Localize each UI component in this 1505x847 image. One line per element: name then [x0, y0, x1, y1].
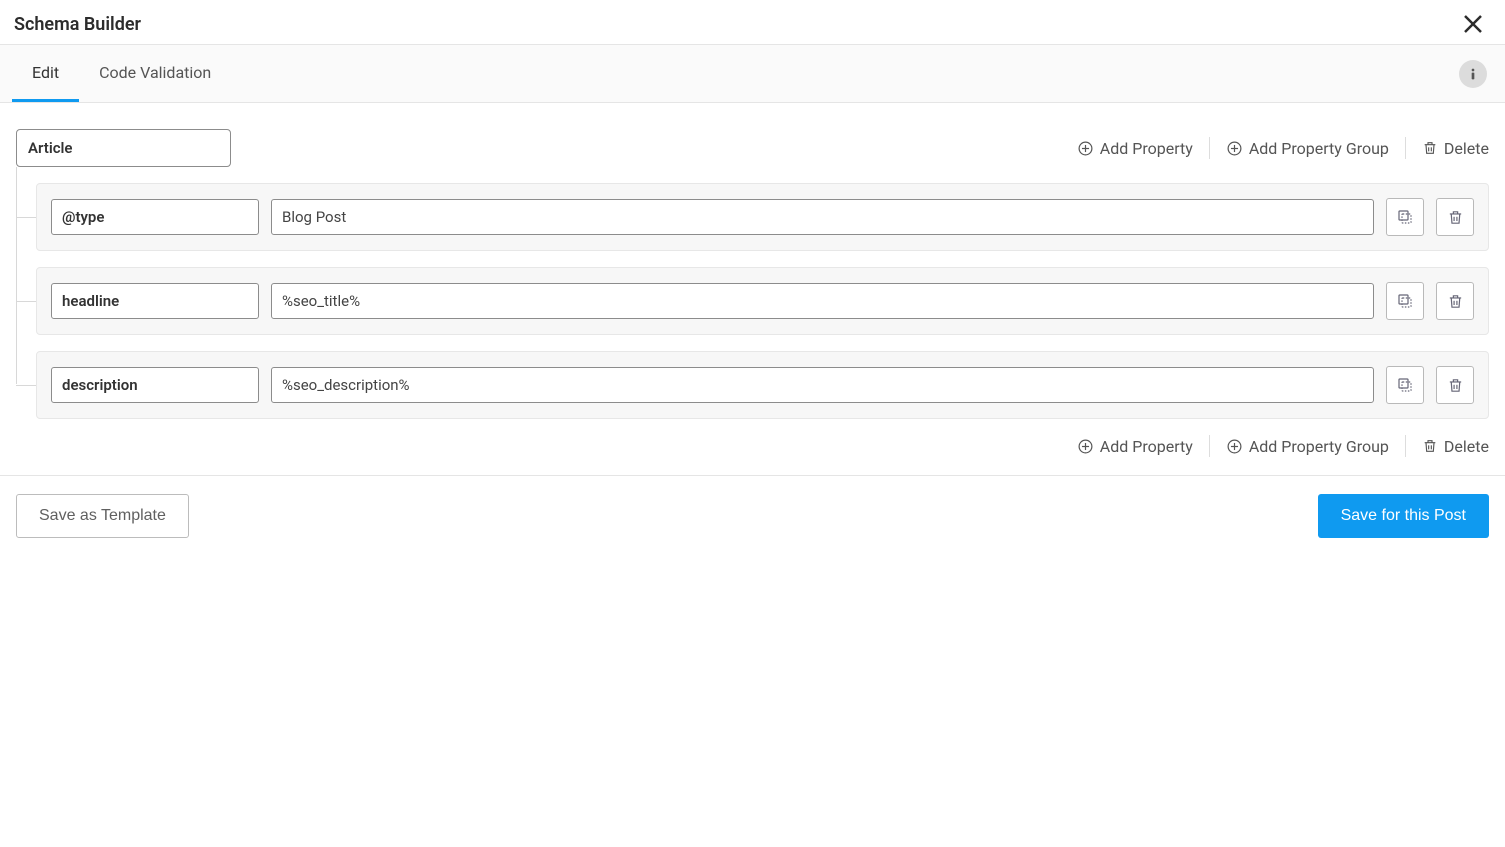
duplicate-icon — [1396, 376, 1414, 394]
duplicate-icon — [1396, 208, 1414, 226]
add-property-label: Add Property — [1100, 139, 1193, 158]
delete-schema-button-bottom[interactable]: Delete — [1422, 437, 1489, 456]
plus-circle-icon — [1077, 140, 1094, 157]
plus-circle-icon — [1226, 438, 1243, 455]
info-icon — [1465, 66, 1481, 82]
property-value-input[interactable] — [271, 367, 1374, 403]
separator — [1405, 435, 1406, 457]
plus-circle-icon — [1077, 438, 1094, 455]
add-property-label: Add Property — [1100, 437, 1193, 456]
trash-icon — [1422, 140, 1438, 156]
properties-list — [16, 183, 1489, 419]
save-template-button[interactable]: Save as Template — [16, 494, 189, 538]
add-property-button-bottom[interactable]: Add Property — [1077, 437, 1193, 456]
bottom-actions: Add Property Add Property Group Delete — [16, 435, 1489, 457]
trash-icon — [1447, 209, 1464, 226]
add-property-group-button-bottom[interactable]: Add Property Group — [1226, 437, 1389, 456]
separator — [1209, 137, 1210, 159]
property-row — [36, 183, 1489, 251]
top-actions: Add Property Add Property Group Delete — [1077, 137, 1489, 159]
save-post-button[interactable]: Save for this Post — [1318, 494, 1489, 538]
delete-property-button[interactable] — [1436, 366, 1474, 404]
trash-icon — [1447, 293, 1464, 310]
property-value-input[interactable] — [271, 199, 1374, 235]
delete-schema-button-top[interactable]: Delete — [1422, 139, 1489, 158]
add-property-group-label: Add Property Group — [1249, 437, 1389, 456]
tabs: Edit Code Validation — [12, 45, 231, 102]
property-row — [36, 267, 1489, 335]
add-property-button-top[interactable]: Add Property — [1077, 139, 1193, 158]
plus-circle-icon — [1226, 140, 1243, 157]
duplicate-icon — [1396, 292, 1414, 310]
builder-area: Add Property Add Property Group Delete — [0, 103, 1505, 476]
duplicate-property-button[interactable] — [1386, 198, 1424, 236]
delete-property-button[interactable] — [1436, 198, 1474, 236]
add-property-group-button-top[interactable]: Add Property Group — [1226, 139, 1389, 158]
schema-head: Add Property Add Property Group Delete — [16, 129, 1489, 167]
separator — [1209, 435, 1210, 457]
info-button[interactable] — [1459, 60, 1487, 88]
add-property-group-label: Add Property Group — [1249, 139, 1389, 158]
delete-property-button[interactable] — [1436, 282, 1474, 320]
page-title: Schema Builder — [14, 14, 141, 35]
duplicate-property-button[interactable] — [1386, 366, 1424, 404]
tab-code-validation[interactable]: Code Validation — [79, 45, 231, 102]
header: Schema Builder — [0, 0, 1505, 45]
delete-label: Delete — [1444, 139, 1489, 158]
tab-edit[interactable]: Edit — [12, 45, 79, 102]
property-value-input[interactable] — [271, 283, 1374, 319]
close-button[interactable] — [1459, 10, 1487, 38]
property-key-input[interactable] — [51, 283, 259, 319]
property-key-input[interactable] — [51, 367, 259, 403]
delete-label: Delete — [1444, 437, 1489, 456]
property-key-input[interactable] — [51, 199, 259, 235]
tabs-bar: Edit Code Validation — [0, 45, 1505, 103]
close-icon — [1461, 12, 1485, 36]
footer: Save as Template Save for this Post — [0, 476, 1505, 556]
property-row — [36, 351, 1489, 419]
root-type-input[interactable] — [16, 129, 231, 167]
trash-icon — [1447, 377, 1464, 394]
duplicate-property-button[interactable] — [1386, 282, 1424, 320]
trash-icon — [1422, 438, 1438, 454]
separator — [1405, 137, 1406, 159]
